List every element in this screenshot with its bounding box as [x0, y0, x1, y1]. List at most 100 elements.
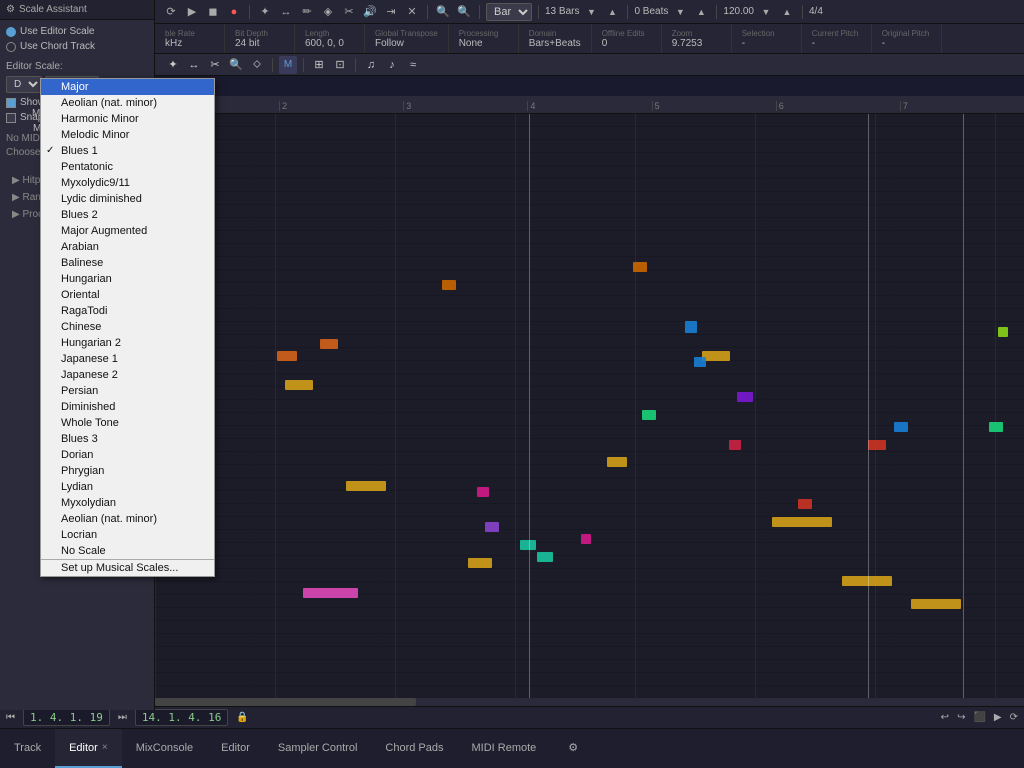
note-7[interactable] [842, 576, 892, 586]
tab-editor-close[interactable]: × [102, 742, 108, 753]
scale-option-myxolydic911[interactable]: Myxolydic9/11 [41, 175, 214, 191]
scale-option-persian[interactable]: Persian [41, 383, 214, 399]
note-4[interactable] [607, 457, 627, 467]
note-17[interactable] [485, 522, 499, 532]
bars-down-btn[interactable]: ▼ [582, 3, 600, 21]
tab-editor[interactable]: Editor × [55, 729, 122, 768]
edit-snap-btn[interactable]: ⊞ [310, 56, 328, 74]
loop-icon-btn[interactable]: ⟳ [162, 3, 180, 21]
scale-option-oriental[interactable]: Oriental [41, 287, 214, 303]
tab-midi-remote[interactable]: MIDI Remote [457, 729, 550, 768]
note-14[interactable] [642, 410, 656, 420]
stop-btn2[interactable]: ⬛ [973, 712, 985, 723]
scale-option-aeolian2[interactable]: Aeolian (nat. minor) [41, 511, 214, 527]
use-chord-track-radio[interactable] [6, 42, 16, 52]
note-27[interactable] [998, 327, 1008, 337]
scale-option-lydic-dim[interactable]: Lydic diminished [41, 191, 214, 207]
scale-option-blues2[interactable]: Blues 2 [41, 207, 214, 223]
edit-tool3[interactable]: ✂ [206, 56, 224, 74]
tool4-btn[interactable]: ◈ [319, 3, 337, 21]
snap-checkbox[interactable] [6, 113, 16, 123]
stop-btn[interactable]: ◼ [204, 3, 222, 21]
scale-option-myxolydian[interactable]: Myxolydian [41, 495, 214, 511]
tool8-btn[interactable]: ✕ [403, 3, 421, 21]
scale-option-aeolian-nat[interactable]: Aeolian (nat. minor) [41, 95, 214, 111]
tab-track[interactable]: Track [0, 729, 55, 768]
note-18[interactable] [477, 487, 489, 497]
tab-mixconsole[interactable]: MixConsole [122, 729, 207, 768]
edit-tool1[interactable]: ✦ [164, 56, 182, 74]
scale-option-pentatonic[interactable]: Pentatonic [41, 159, 214, 175]
note-20[interactable] [277, 351, 297, 361]
scale-option-lydian[interactable]: Lydian [41, 479, 214, 495]
scale-option-japanese2[interactable]: Japanese 2 [41, 367, 214, 383]
note-22[interactable] [442, 280, 456, 290]
undo-icon[interactable]: ↩ [941, 712, 949, 723]
note-6[interactable] [772, 517, 832, 527]
scale-option-balinese[interactable]: Balinese [41, 255, 214, 271]
redo-icon[interactable]: ↪ [957, 712, 965, 723]
note-21[interactable] [320, 339, 338, 349]
scale-option-melodic-minor[interactable]: Melodic Minor [41, 127, 214, 143]
note-10[interactable] [537, 552, 553, 562]
scale-option-harmonic-minor[interactable]: Harmonic Minor [41, 111, 214, 127]
note-3[interactable] [468, 558, 492, 568]
tool6-btn[interactable]: 🔊 [361, 3, 379, 21]
beats-up-btn[interactable]: ▲ [692, 3, 710, 21]
big-note-pink[interactable] [303, 588, 358, 598]
scale-option-major[interactable]: Major [41, 79, 214, 95]
tab-editor2[interactable]: Editor [207, 729, 264, 768]
scale-option-dorian[interactable]: Dorian [41, 447, 214, 463]
rewind-icon[interactable]: ⏮ [6, 712, 15, 723]
scale-option-hungarian[interactable]: Hungarian [41, 271, 214, 287]
beats-down-btn[interactable]: ▼ [671, 3, 689, 21]
play-btn[interactable]: ▶ [183, 3, 201, 21]
tab-chord-pads[interactable]: Chord Pads [371, 729, 457, 768]
formant-btn[interactable]: ≈ [404, 56, 422, 74]
scale-option-ragatodi[interactable]: RagaTodi [41, 303, 214, 319]
note-13[interactable] [894, 422, 908, 432]
note-11[interactable] [685, 321, 697, 333]
tool7-btn[interactable]: ⇥ [382, 3, 400, 21]
scale-option-whole-tone[interactable]: Whole Tone [41, 415, 214, 431]
note-19[interactable] [581, 534, 591, 544]
note-15[interactable] [989, 422, 1003, 432]
piano-roll-content[interactable] [155, 114, 1024, 706]
note-25[interactable] [798, 499, 812, 509]
scale-key-dropdown[interactable]: D [6, 76, 42, 93]
use-editor-scale-radio[interactable] [6, 27, 16, 37]
tool2-btn[interactable]: ↔ [277, 3, 295, 21]
tool5-btn[interactable]: ✂ [340, 3, 358, 21]
tab-sampler-control[interactable]: Sampler Control [264, 729, 371, 768]
scale-option-major-aug[interactable]: Major Augmented [41, 223, 214, 239]
scale-option-chinese[interactable]: Chinese [41, 319, 214, 335]
note-8[interactable] [911, 599, 961, 609]
note-12[interactable] [694, 357, 706, 367]
use-editor-scale-row[interactable]: Use Editor Scale [6, 24, 148, 39]
edit-tool2[interactable]: ↔ [185, 56, 203, 74]
horizontal-scrollbar[interactable] [155, 698, 1024, 706]
note-2[interactable] [346, 481, 386, 491]
scale-option-locrian[interactable]: Locrian [41, 527, 214, 543]
time-format-dropdown[interactable]: Bar [486, 3, 532, 21]
scale-option-hungarian2[interactable]: Hungarian 2 [41, 335, 214, 351]
edit-quantize-btn[interactable]: ⊡ [331, 56, 349, 74]
edit-tool5[interactable]: ⬦ [248, 56, 266, 74]
zoom-in-btn[interactable]: 🔍 [434, 3, 452, 21]
bars-up-btn[interactable]: ▲ [603, 3, 621, 21]
note-5[interactable] [702, 351, 730, 361]
scale-option-blues3[interactable]: Blues 3 [41, 431, 214, 447]
note-24[interactable] [729, 440, 741, 450]
edit-mute-btn[interactable]: M [279, 56, 297, 74]
tempo-up-btn[interactable]: ▲ [778, 3, 796, 21]
use-chord-track-row[interactable]: Use Chord Track [6, 39, 148, 54]
edit-tool4[interactable]: 🔍 [227, 56, 245, 74]
show-checkbox[interactable] [6, 98, 16, 108]
note-23[interactable] [633, 262, 647, 272]
loop-btn2[interactable]: ⟳ [1010, 712, 1018, 723]
note-26[interactable] [868, 440, 886, 450]
note-16[interactable] [737, 392, 753, 402]
tool1-btn[interactable]: ✦ [256, 3, 274, 21]
tab-settings-btn[interactable]: ⚙ [554, 729, 592, 768]
scale-option-phrygian[interactable]: Phrygian [41, 463, 214, 479]
